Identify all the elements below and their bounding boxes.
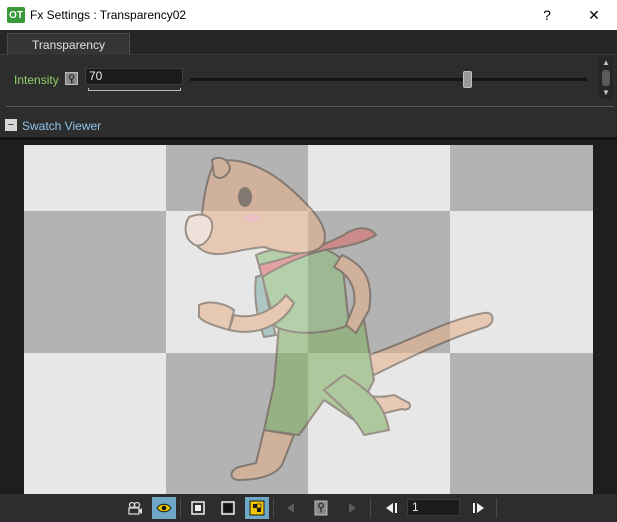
black-bg-icon[interactable] <box>216 497 240 519</box>
swatch-viewer <box>0 137 617 495</box>
viewer-toolbar: 1 <box>0 494 617 522</box>
swatch-viewer-label[interactable]: Swatch Viewer <box>22 119 101 133</box>
close-button[interactable]: ✕ <box>571 0 617 30</box>
intensity-label: Intensity <box>14 73 59 87</box>
white-bg-icon[interactable] <box>186 497 210 519</box>
character-preview-image <box>184 156 494 481</box>
param-scrollbar[interactable]: ▲ ▼ <box>599 57 613 99</box>
title-bar: OT Fx Settings : Transparency02 ? ✕ <box>0 0 617 30</box>
intensity-slider-handle[interactable] <box>463 71 473 88</box>
frame-field[interactable]: 1 <box>407 499 460 516</box>
intensity-field[interactable]: 70 <box>85 68 183 85</box>
intensity-slider-track[interactable] <box>190 78 587 81</box>
app-logo-icon: OT <box>7 7 25 23</box>
camera-icon[interactable] <box>123 497 147 519</box>
scroll-up-icon[interactable]: ▲ <box>602 58 610 67</box>
scroll-down-icon[interactable]: ▼ <box>602 88 610 97</box>
tab-bar: Transparency <box>0 30 617 56</box>
prev-frame-icon[interactable] <box>379 497 403 519</box>
tab-transparency[interactable]: Transparency <box>7 33 130 56</box>
help-button[interactable]: ? <box>524 0 570 30</box>
next-key-icon[interactable] <box>340 497 364 519</box>
checker-bg-icon[interactable] <box>245 497 269 519</box>
next-frame-icon[interactable] <box>467 497 491 519</box>
scroll-thumb[interactable] <box>602 70 610 86</box>
swatch-viewer-header: − Swatch Viewer <box>0 115 617 137</box>
divider <box>6 106 614 107</box>
window-title: Fx Settings : Transparency02 <box>30 8 187 22</box>
key-icon[interactable] <box>309 497 333 519</box>
prev-key-icon[interactable] <box>279 497 303 519</box>
key-icon[interactable] <box>65 72 78 85</box>
intensity-range-indicator <box>88 88 181 91</box>
eye-icon[interactable] <box>152 497 176 519</box>
parameter-panel: Intensity 70 ▲ ▼ <box>0 55 617 107</box>
collapse-button[interactable]: − <box>5 119 17 131</box>
